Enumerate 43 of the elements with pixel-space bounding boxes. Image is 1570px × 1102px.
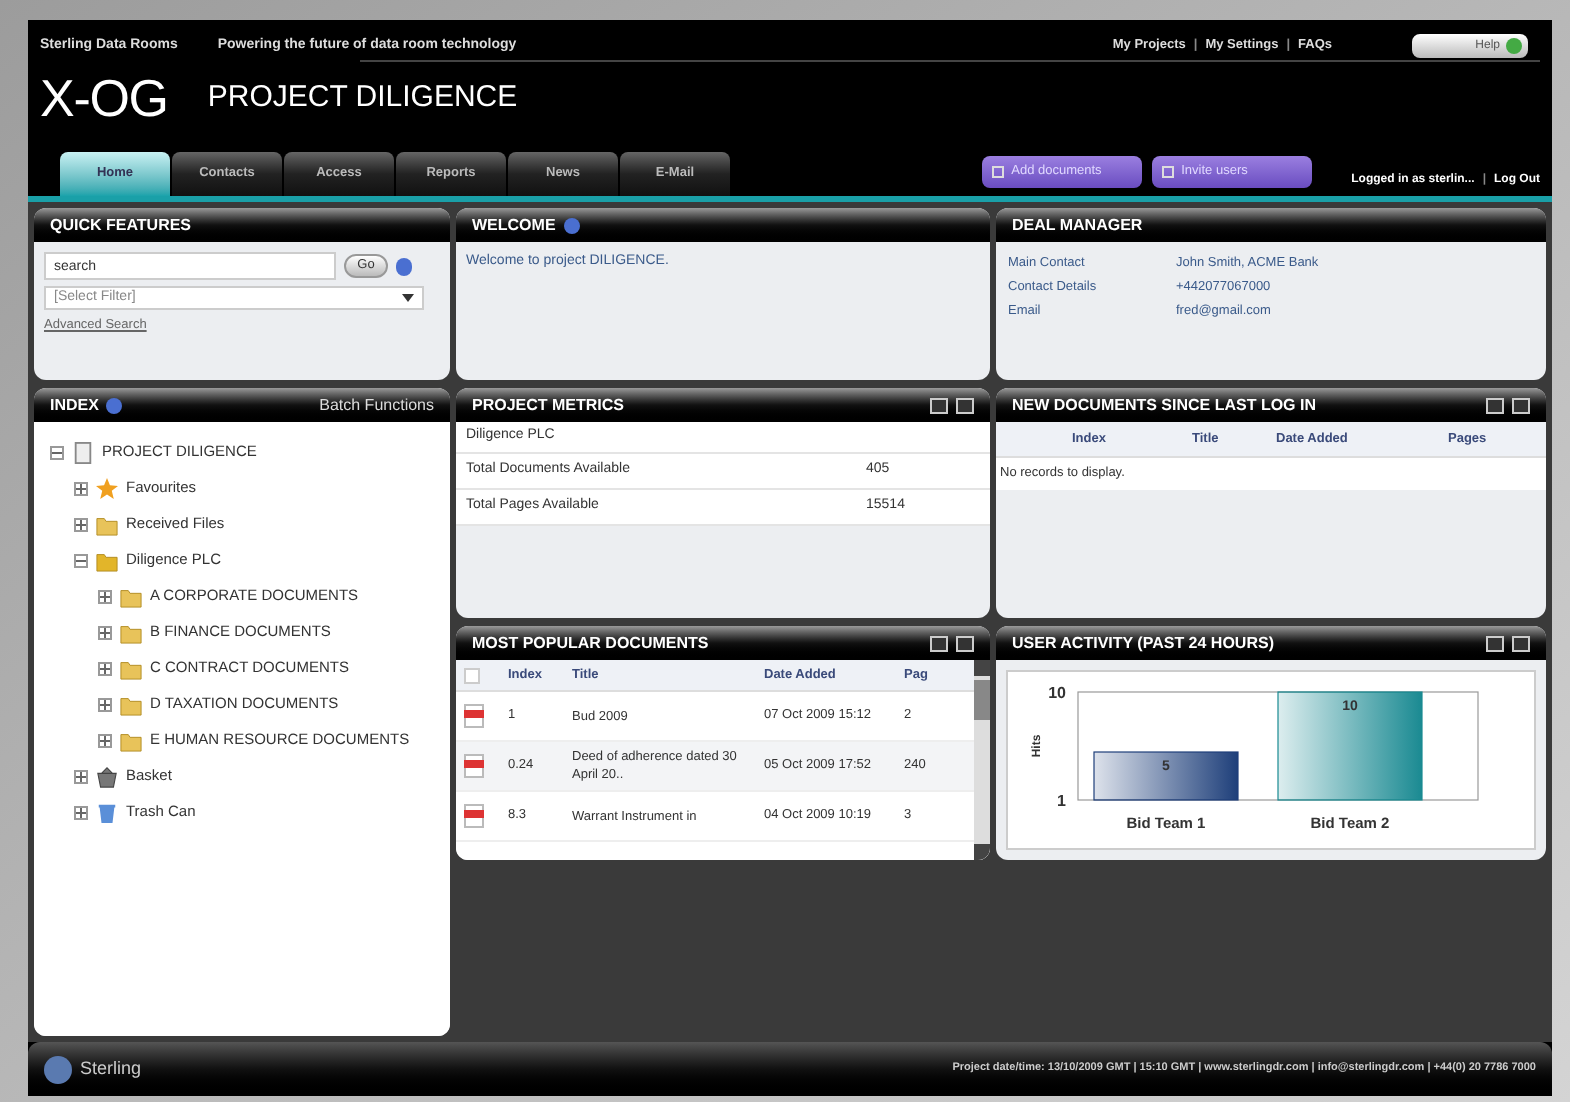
select-all-checkbox[interactable] <box>464 667 480 683</box>
batch-functions-link[interactable]: Batch Functions <box>319 393 434 417</box>
collapse-icon[interactable] <box>74 553 88 567</box>
scrollbar[interactable] <box>974 660 990 860</box>
panel-title: MOST POPULAR DOCUMENTS <box>472 631 709 655</box>
star-icon <box>96 477 118 499</box>
folder-icon <box>96 549 118 571</box>
footer-brand: Sterling <box>80 1055 142 1082</box>
project-title: PROJECT DILIGENCE <box>207 77 518 118</box>
expand-icon[interactable] <box>98 733 112 747</box>
y-tick-label: 1 <box>1056 792 1065 810</box>
panel-title: USER ACTIVITY (PAST 24 HOURS) <box>1012 631 1274 655</box>
expand-icon[interactable] <box>98 697 112 711</box>
folder-icon <box>96 513 118 535</box>
trash-icon <box>96 801 118 823</box>
folder-icon <box>120 729 142 751</box>
expand-icon[interactable] <box>74 481 88 495</box>
expand-icon[interactable] <box>74 517 88 531</box>
dropdown-arrow-icon <box>402 294 414 302</box>
expand-icon[interactable] <box>98 625 112 639</box>
pdf-file-icon <box>464 804 484 828</box>
folder-icon <box>120 585 142 607</box>
folder-icon <box>120 657 142 679</box>
pdf-file-icon <box>464 704 484 728</box>
expand-icon[interactable] <box>98 661 112 675</box>
panel-title: PROJECT METRICS <box>472 393 625 417</box>
logo: X-OG <box>40 72 168 124</box>
expand-icon[interactable] <box>74 769 88 783</box>
collapse-icon[interactable] <box>50 445 64 459</box>
panel-title: INDEX <box>50 393 99 417</box>
folder-icon <box>120 621 142 643</box>
sterling-logo-icon <box>44 1055 72 1083</box>
panel-title: WELCOME <box>472 213 556 237</box>
panel-title: NEW DOCUMENTS SINCE LAST LOG IN <box>1012 393 1316 417</box>
panel-title: DEAL MANAGER <box>1012 213 1143 237</box>
document-icon <box>72 441 94 463</box>
expand-icon[interactable] <box>74 805 88 819</box>
pdf-file-icon <box>464 754 484 778</box>
basket-icon <box>96 765 118 787</box>
expand-icon[interactable] <box>98 589 112 603</box>
panel-title: QUICK FEATURES <box>50 213 192 237</box>
folder-icon <box>120 693 142 715</box>
y-tick-label: 10 <box>1047 684 1065 702</box>
